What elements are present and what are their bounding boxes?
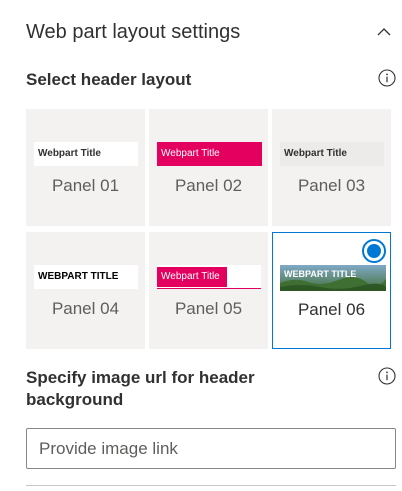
panel-01-preview: Webpart Title bbox=[34, 142, 138, 166]
panel-03-label: Panel 03 bbox=[297, 176, 366, 195]
panel-05-label: Panel 05 bbox=[174, 299, 243, 318]
header-layout-label: Select header layout bbox=[26, 70, 192, 89]
chevron-up-icon[interactable] bbox=[374, 22, 394, 42]
panel-01-label: Panel 01 bbox=[51, 176, 120, 195]
layout-tile-panel-02[interactable]: Webpart Title Panel 02 bbox=[149, 109, 268, 226]
panel-04-label: Panel 04 bbox=[51, 299, 120, 318]
layout-tile-panel-05[interactable]: Webpart Title Panel 05 bbox=[149, 232, 268, 349]
panel-06-preview: WEBPART TITLE bbox=[284, 269, 357, 279]
header-layout-label-row: Select header layout bbox=[26, 69, 398, 91]
image-url-label: Specify image url for header background bbox=[26, 368, 255, 409]
panel-02-preview: Webpart Title bbox=[157, 142, 262, 166]
info-icon[interactable] bbox=[378, 69, 396, 87]
layout-tile-panel-01[interactable]: Webpart Title Panel 01 bbox=[26, 109, 145, 226]
image-url-label-row: Specify image url for header background bbox=[26, 367, 398, 411]
layout-tile-panel-06[interactable]: WEBPART TITLE Panel 06 bbox=[272, 232, 391, 349]
layout-tile-panel-04[interactable]: WEBPART TITLE Panel 04 bbox=[26, 232, 145, 349]
layout-tile-panel-03[interactable]: Webpart Title Panel 03 bbox=[272, 109, 391, 226]
panel-05-preview: Webpart Title bbox=[157, 267, 227, 287]
section-title: Web part layout settings bbox=[26, 21, 241, 43]
panel-02-label: Panel 02 bbox=[174, 176, 243, 195]
section-header[interactable]: Web part layout settings bbox=[26, 18, 396, 48]
image-url-input[interactable] bbox=[26, 428, 396, 469]
info-icon[interactable] bbox=[378, 367, 396, 385]
panel-04-preview: WEBPART TITLE bbox=[34, 265, 138, 289]
divider bbox=[26, 485, 396, 486]
selected-radio-icon bbox=[362, 239, 386, 263]
panel-03-preview: Webpart Title bbox=[280, 142, 384, 166]
panel-06-label: Panel 06 bbox=[297, 300, 366, 319]
